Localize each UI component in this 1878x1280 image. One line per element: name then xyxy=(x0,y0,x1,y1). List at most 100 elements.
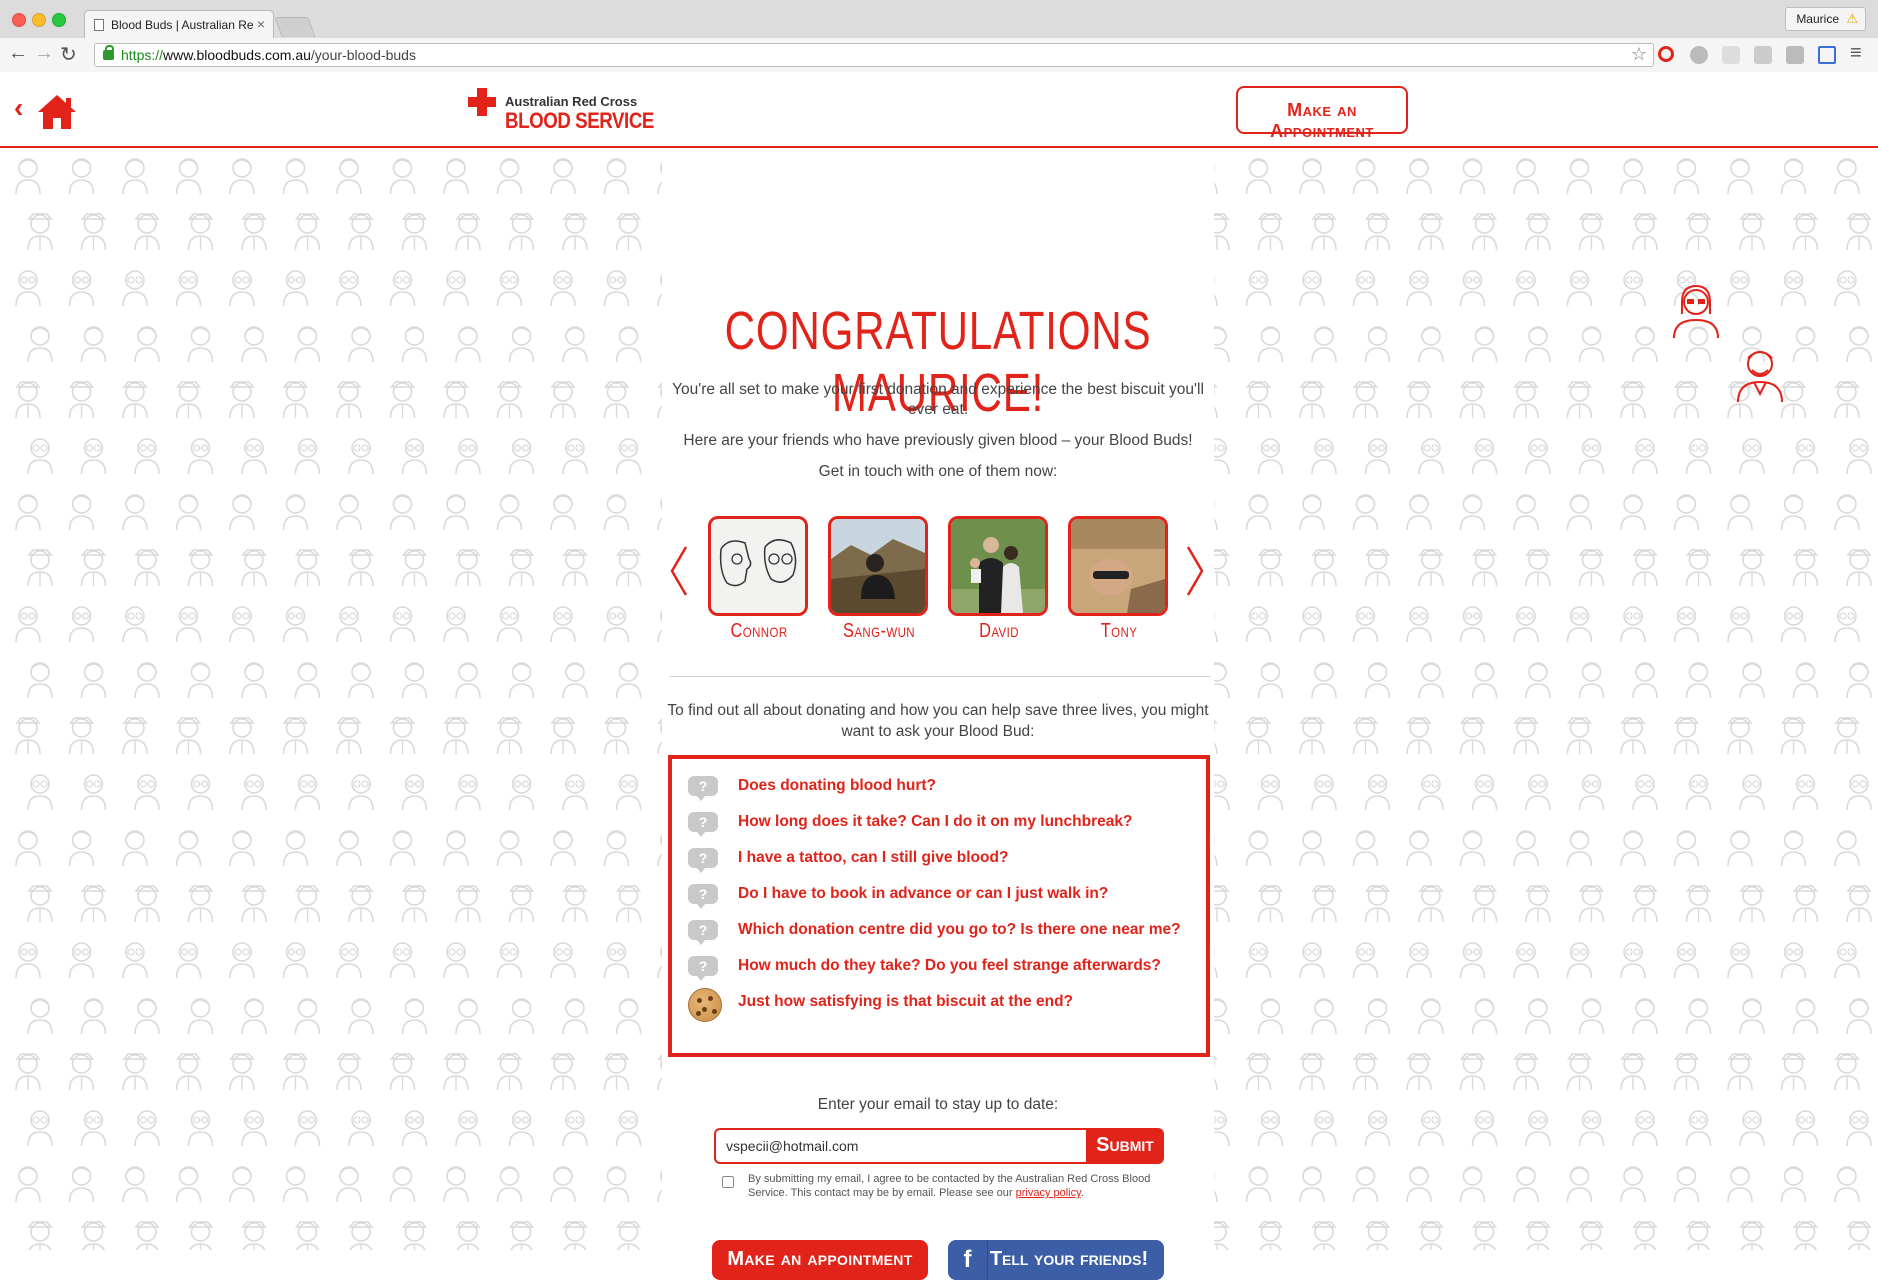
person-outline-icon xyxy=(282,158,309,195)
person-outline-icon xyxy=(294,1221,321,1250)
browser-tab[interactable]: Blood Buds | Australian Re × xyxy=(84,10,274,38)
person-outline-icon xyxy=(1257,774,1284,811)
profile-button[interactable]: Maurice ⚠ xyxy=(1785,7,1866,31)
person-outline-icon xyxy=(1459,270,1486,307)
question-item[interactable]: ? Does donating blood hurt? xyxy=(688,773,1206,809)
question-bubble-icon: ? xyxy=(688,884,718,909)
person-outline-icon xyxy=(1525,438,1551,475)
question-item[interactable]: ? How long does it take? Can I do it on … xyxy=(688,809,1206,845)
home-icon[interactable] xyxy=(36,92,78,132)
menu-icon[interactable]: ≡ xyxy=(1850,42,1862,65)
blood-bud-card[interactable]: Tony xyxy=(1068,516,1170,643)
carousel-next-icon[interactable] xyxy=(1184,545,1206,597)
person-outline-icon xyxy=(15,1166,41,1203)
bookmark-star-icon[interactable]: ☆ xyxy=(1631,44,1647,65)
privacy-policy-link[interactable]: privacy policy xyxy=(1016,1187,1081,1199)
person-outline-icon xyxy=(1352,270,1379,307)
person-outline-icon xyxy=(443,1053,469,1091)
person-outline-icon xyxy=(336,494,362,531)
consent-checkbox[interactable] xyxy=(722,1176,734,1188)
person-outline-icon xyxy=(1673,606,1700,643)
person-outline-icon xyxy=(294,998,321,1035)
person-outline-icon xyxy=(1471,213,1498,251)
person-outline-icon xyxy=(550,1166,576,1203)
person-outline-icon xyxy=(401,998,428,1035)
person-outline-icon xyxy=(241,326,267,363)
window-maximize-button[interactable] xyxy=(52,13,66,27)
person-outline-icon xyxy=(1632,1110,1658,1147)
person-outline-icon xyxy=(1727,1053,1753,1091)
bud-avatar xyxy=(828,516,928,616)
question-text[interactable]: Just how satisfying is that biscuit at t… xyxy=(738,993,1073,1011)
back-icon[interactable]: ← xyxy=(8,42,28,65)
question-item[interactable]: ? Which donation centre did you go to? I… xyxy=(688,917,1206,953)
red-cross-logo[interactable]: Australian Red Cross BLOOD SERVICE xyxy=(468,86,658,136)
question-item[interactable]: ? How much do they take? Do you feel str… xyxy=(688,953,1206,989)
window-close-button[interactable] xyxy=(12,13,26,27)
person-outline-icon xyxy=(282,942,309,979)
site: ‹ Australian Red Cross BLOOD SERVICE Mak… xyxy=(0,72,1878,1280)
question-item[interactable]: Just how satisfying is that biscuit at t… xyxy=(688,988,1206,1025)
person-outline-icon xyxy=(1846,1221,1872,1250)
person-outline-icon xyxy=(27,885,53,923)
person-outline-icon xyxy=(1299,606,1325,643)
person-outline-icon xyxy=(496,494,523,531)
extension-icon[interactable] xyxy=(1722,46,1740,64)
browser-chrome: Blood Buds | Australian Re × Maurice ⚠ ←… xyxy=(0,0,1878,72)
question-text[interactable]: How much do they take? Do you feel stran… xyxy=(738,957,1161,975)
extension-icon[interactable] xyxy=(1690,46,1708,64)
extension-icon[interactable] xyxy=(1786,46,1804,64)
person-outline-icon xyxy=(175,1166,202,1203)
blood-bud-card[interactable]: David xyxy=(948,516,1050,643)
person-outline-icon xyxy=(562,326,588,363)
question-text[interactable]: Which donation centre did you go to? Is … xyxy=(738,921,1181,939)
person-outline-icon xyxy=(1792,326,1819,363)
carousel-prev-icon[interactable] xyxy=(668,545,690,597)
person-outline-icon xyxy=(508,998,535,1035)
tab-close-icon[interactable]: × xyxy=(257,16,265,32)
person-outline-icon xyxy=(336,381,362,419)
person-outline-icon xyxy=(175,270,202,307)
question-text[interactable]: I have a tattoo, can I still give blood? xyxy=(738,849,1008,867)
landscape-photo xyxy=(831,519,925,613)
person-outline-icon xyxy=(455,885,481,923)
tell-friends-button[interactable]: f Tell your friends! xyxy=(948,1240,1164,1280)
question-text[interactable]: Does donating blood hurt? xyxy=(738,777,936,795)
window-minimize-button[interactable] xyxy=(32,13,46,27)
back-arrow-icon[interactable]: ‹ xyxy=(14,92,23,124)
tab-bar: Blood Buds | Australian Re × Maurice ⚠ xyxy=(0,0,1878,38)
person-outline-icon xyxy=(1834,606,1860,643)
person-outline-icon xyxy=(443,717,469,755)
person-outline-icon xyxy=(1245,1053,1272,1091)
person-outline-icon xyxy=(1513,270,1539,307)
person-outline-icon xyxy=(27,1110,53,1147)
person-outline-icon xyxy=(389,494,416,531)
blood-bud-card[interactable]: Sang-wun xyxy=(828,516,930,643)
reload-icon[interactable]: ↻ xyxy=(60,42,77,67)
address-bar[interactable]: https://www.bloodbuds.com.au/your-blood-… xyxy=(94,43,1654,67)
extension-icon[interactable] xyxy=(1754,46,1772,64)
screenshot-extension-icon[interactable] xyxy=(1818,46,1836,64)
make-appointment-button[interactable]: Make an appointment xyxy=(712,1240,928,1280)
question-text[interactable]: Do I have to book in advance or can I ju… xyxy=(738,885,1108,903)
opera-extension-icon[interactable] xyxy=(1658,46,1674,62)
person-outline-icon xyxy=(550,270,576,307)
person-outline-icon xyxy=(1834,381,1860,419)
person-outline-icon xyxy=(389,606,416,643)
forward-icon[interactable]: → xyxy=(34,42,54,65)
blood-bud-card[interactable]: Connor xyxy=(708,516,810,643)
question-text[interactable]: How long does it take? Can I do it on my… xyxy=(738,813,1132,831)
person-outline-icon xyxy=(1566,494,1593,531)
person-outline-icon xyxy=(294,213,321,251)
question-item[interactable]: ? Do I have to book in advance or can I … xyxy=(688,881,1206,917)
header-appointment-button[interactable]: Make an Appointment xyxy=(1236,86,1408,141)
person-outline-icon xyxy=(27,213,53,251)
question-item[interactable]: ? I have a tattoo, can I still give bloo… xyxy=(688,845,1206,881)
new-tab-button[interactable] xyxy=(274,17,316,37)
email-input[interactable] xyxy=(714,1128,1086,1164)
person-outline-icon xyxy=(1352,1053,1379,1091)
person-outline-icon xyxy=(1513,494,1539,531)
submit-button[interactable]: Submit xyxy=(1086,1128,1164,1164)
person-outline-icon xyxy=(348,998,374,1035)
person-outline-icon xyxy=(562,885,588,923)
